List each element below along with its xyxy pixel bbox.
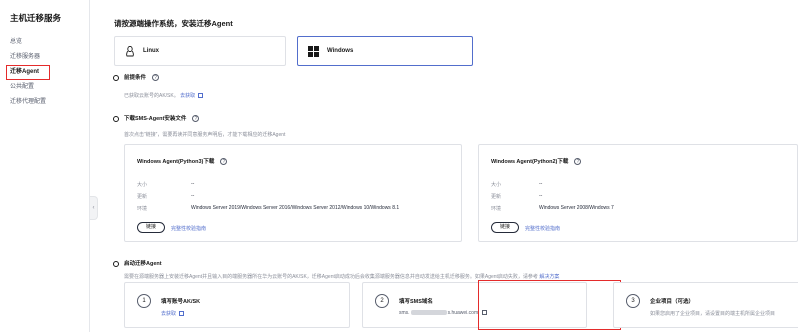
card-sub: 去获取 <box>161 310 185 317</box>
step-dot-start <box>113 261 119 267</box>
sidebar: 主机迁移服务 总览 迁移服务器 迁移Agent 公共配置 迁移代理配置 <box>0 0 90 332</box>
panel-title: Windows Agent(Python2)下载? <box>491 157 582 166</box>
get-aksk-link[interactable]: 去获取 <box>161 311 176 317</box>
page-title: 请按源端操作系统，安装迁移Agent <box>114 19 233 28</box>
highlight-box-sms-domain <box>478 280 621 330</box>
card-title: 企业项目（可选） <box>650 299 695 305</box>
main-content: 请按源端操作系统，安装迁移Agent Linux Windows 前提条件? 已… <box>98 0 798 332</box>
external-link-icon[interactable] <box>198 93 204 99</box>
os-option-windows-label: Windows <box>327 48 354 54</box>
card-sub: sms. s.huawei.com <box>399 310 488 316</box>
sidebar-item-public-config[interactable]: 公共配置 <box>10 82 34 93</box>
download-panel-python2: Windows Agent(Python2)下载? 大小 -- 更新 -- 环境… <box>478 144 798 242</box>
panel-title-text: Windows Agent(Python3)下载 <box>137 159 215 165</box>
update-label: 更新 <box>137 194 148 200</box>
size-value: -- <box>191 181 195 187</box>
download-link-button[interactable]: 链接 <box>491 222 519 233</box>
size-value: -- <box>539 181 543 187</box>
card-sub: 如果您启用了企业项目，请设置目的端主机所属企业项目 <box>650 311 776 317</box>
sidebar-item-proxy-config[interactable]: 迁移代理配置 <box>10 97 46 108</box>
integrity-guide-link[interactable]: 完整性校验指南 <box>171 225 206 232</box>
os-option-linux-label: Linux <box>143 48 159 54</box>
update-value: -- <box>539 193 543 199</box>
step-dot-download <box>113 116 119 122</box>
env-value: Windows Server 2008/Windows 7 <box>539 205 614 211</box>
help-icon[interactable]: ? <box>152 74 160 82</box>
linux-penguin-icon <box>126 45 134 56</box>
start-desc: 需要在源端服务器上安装迁移Agent并且输入目的端服务器所在华为云账号的AK/S… <box>124 273 559 280</box>
step-number: 2 <box>375 294 389 308</box>
panel-title-text: Windows Agent(Python2)下载 <box>491 159 569 165</box>
sms-domain-prefix: sms. <box>399 310 410 316</box>
help-icon[interactable]: ? <box>574 158 582 166</box>
prereq-desc-text: 已获取云账号的AK/SK。 <box>124 93 179 99</box>
card-title: 填写账号AK/SK <box>161 299 201 305</box>
download-link-button[interactable]: 链接 <box>137 222 165 233</box>
highlight-box-agent <box>6 65 50 80</box>
sms-domain-suffix: s.huawei.com <box>447 310 479 316</box>
os-option-windows[interactable]: Windows <box>297 36 473 66</box>
integrity-guide-link[interactable]: 完整性校验指南 <box>525 225 560 232</box>
step-dot-prereq <box>113 75 119 81</box>
download-desc: 首次点击“链接”，需要再读并同意服务声明后，才能下载相应的迁移Agent <box>124 132 286 138</box>
sidebar-item-overview[interactable]: 总览 <box>10 37 22 48</box>
external-link-icon[interactable] <box>179 311 185 317</box>
start-desc-text: 需要在源端服务器上安装迁移Agent并且输入目的端服务器所在华为云账号的AK/S… <box>124 274 538 280</box>
start-card-aksk: 1 填写账号AK/SK 去获取 <box>124 282 350 328</box>
os-option-linux[interactable]: Linux <box>114 36 286 66</box>
step-number: 3 <box>626 294 640 308</box>
size-label: 大小 <box>491 182 502 188</box>
download-title-text: 下载SMS-Agent安装文件 <box>124 116 187 122</box>
prereq-desc: 已获取云账号的AK/SK。 去获取 <box>124 92 204 99</box>
size-label: 大小 <box>137 182 148 188</box>
card-title: 填写SMS域名 <box>399 299 433 305</box>
start-card-enterprise-project: 3 企业项目（可选） 如果您启用了企业项目，请设置目的端主机所属企业项目 <box>613 282 798 328</box>
step-number: 1 <box>137 294 151 308</box>
collapse-sidebar-button[interactable]: ‹ <box>90 196 98 220</box>
env-label: 环境 <box>491 206 502 212</box>
help-icon[interactable]: ? <box>220 158 228 166</box>
redacted-region <box>410 310 447 316</box>
env-label: 环境 <box>137 206 148 212</box>
prereq-title-text: 前提条件 <box>124 75 147 81</box>
update-label: 更新 <box>491 194 502 200</box>
download-title: 下载SMS-Agent安装文件? <box>124 114 200 123</box>
sidebar-title: 主机迁移服务 <box>10 13 62 23</box>
prereq-title: 前提条件? <box>124 73 160 82</box>
env-value: Windows Server 2019/Windows Server 2016/… <box>191 205 400 211</box>
panel-title: Windows Agent(Python3)下载? <box>137 157 228 166</box>
sidebar-item-servers[interactable]: 迁移服务器 <box>10 52 40 63</box>
start-title: 启动迁移Agent <box>124 261 162 267</box>
prereq-get-link[interactable]: 去获取 <box>180 93 195 99</box>
update-value: -- <box>191 193 195 199</box>
help-icon[interactable]: ? <box>192 115 200 123</box>
windows-logo-icon <box>308 45 319 57</box>
download-panel-python3: Windows Agent(Python3)下载? 大小 -- 更新 -- 环境… <box>124 144 462 242</box>
